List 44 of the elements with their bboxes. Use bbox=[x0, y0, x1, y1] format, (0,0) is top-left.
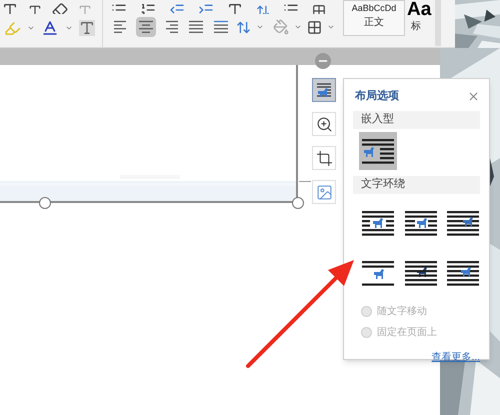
wrap-style-icon bbox=[404, 208, 438, 236]
indent-icon[interactable] bbox=[198, 2, 214, 14]
style-card[interactable]: Aa 标 bbox=[405, 0, 435, 36]
popup-title: 布局选项 bbox=[355, 88, 399, 104]
align-icon bbox=[188, 20, 204, 34]
section-header: 嵌入型 bbox=[353, 110, 480, 128]
zoom-in-icon bbox=[316, 116, 332, 132]
wrap-style-icon bbox=[446, 258, 480, 286]
outdent-icon[interactable] bbox=[169, 2, 185, 14]
font-size-icon[interactable] bbox=[227, 2, 243, 14]
align-button[interactable] bbox=[136, 17, 156, 37]
wrap-style-icon bbox=[361, 208, 395, 236]
font-color-icon[interactable] bbox=[41, 19, 59, 37]
wrap-style-icon bbox=[361, 258, 395, 286]
wrap-option[interactable] bbox=[359, 132, 397, 170]
caret-icon[interactable] bbox=[256, 23, 264, 31]
picture-frame-icon bbox=[316, 184, 332, 200]
align-icon bbox=[113, 20, 129, 34]
line-spacing-icon[interactable] bbox=[236, 20, 251, 34]
numbered-list-icon[interactable] bbox=[140, 2, 156, 14]
font-size-icon[interactable] bbox=[2, 2, 18, 14]
caret-icon[interactable] bbox=[294, 23, 302, 31]
distribute-icon bbox=[213, 20, 229, 34]
caret-icon[interactable] bbox=[27, 24, 35, 32]
see-more-link[interactable]: 查看更多... bbox=[432, 350, 480, 364]
font-size-icon[interactable] bbox=[28, 4, 42, 14]
section-header: 文字环绕 bbox=[353, 176, 480, 194]
wrap-style-icon bbox=[446, 208, 480, 236]
wrap-style-icon bbox=[361, 136, 395, 164]
caret-icon[interactable] bbox=[327, 23, 335, 31]
layout-icon bbox=[316, 83, 332, 97]
border-icon[interactable] bbox=[307, 20, 322, 34]
crop-icon bbox=[316, 150, 332, 166]
eraser-icon[interactable] bbox=[52, 2, 68, 14]
caret-icon[interactable] bbox=[65, 24, 73, 32]
sort-icon[interactable] bbox=[256, 4, 270, 14]
align-icon bbox=[163, 20, 179, 34]
side-tool-button[interactable] bbox=[312, 78, 336, 102]
table-icon[interactable] bbox=[312, 4, 326, 14]
align-icon bbox=[138, 20, 154, 34]
wrap-style-icon bbox=[404, 258, 438, 286]
style-card[interactable]: AaBbCcDd 正文 bbox=[343, 0, 405, 36]
character-shading-icon[interactable] bbox=[79, 20, 95, 36]
close-icon[interactable] bbox=[467, 90, 480, 103]
